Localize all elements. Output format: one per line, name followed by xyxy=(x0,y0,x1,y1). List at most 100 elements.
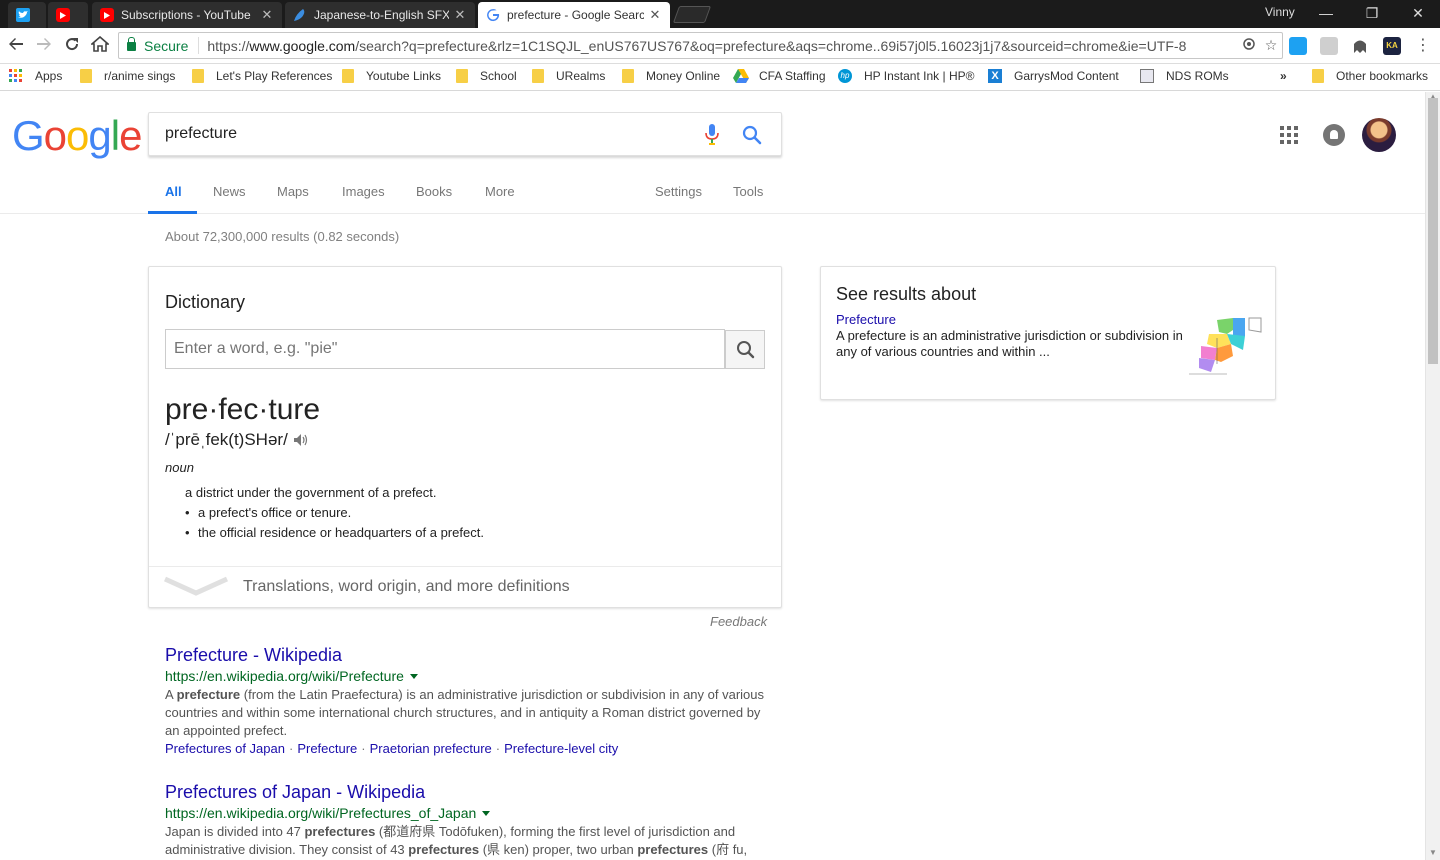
scroll-down-icon[interactable]: ▼ xyxy=(1429,848,1437,857)
home-icon[interactable] xyxy=(89,35,111,56)
search-input[interactable]: prefecture xyxy=(165,125,237,143)
tab-youtube[interactable] xyxy=(48,2,88,28)
ka-extension-icon[interactable]: KA xyxy=(1383,37,1401,55)
google-apps-icon[interactable] xyxy=(1280,126,1298,144)
tab-google-search[interactable]: prefecture - Google Search ✕ xyxy=(478,2,670,28)
definition: a prefect's office or tenure. xyxy=(185,505,351,520)
bookmark-cfa-staffing[interactable]: CFA Staffing xyxy=(733,69,826,83)
bookmark-nds-roms[interactable]: NDS ROMs xyxy=(1140,69,1229,83)
prefecture-map-thumbnail[interactable] xyxy=(1187,316,1263,378)
dictionary-title: Dictionary xyxy=(165,292,246,312)
folder-icon xyxy=(532,69,544,83)
address-bar[interactable]: Secure https://www.google.com/search?q=p… xyxy=(118,32,1283,59)
bookmark-lets-play[interactable]: Let's Play References xyxy=(192,69,332,83)
tab-news[interactable]: News xyxy=(213,182,246,214)
bookmark-anime-sings[interactable]: r/anime sings xyxy=(80,69,175,83)
dictionary-search-button[interactable] xyxy=(725,330,765,369)
bookmark-urealms[interactable]: URealms xyxy=(532,69,605,83)
notifications-icon[interactable] xyxy=(1323,124,1345,146)
tab-maps[interactable]: Maps xyxy=(277,182,309,214)
definition: the official residence or headquarters o… xyxy=(185,525,484,540)
bookmark-hp-instant-ink[interactable]: hp HP Instant Ink | HP® xyxy=(838,69,974,83)
page-icon xyxy=(1140,69,1154,83)
location-target-icon[interactable] xyxy=(1238,37,1260,54)
bookmark-apps[interactable]: Apps xyxy=(9,69,62,83)
minimize-button[interactable]: — xyxy=(1303,0,1349,26)
dictionary-card: Dictionary pre·fec·ture /ˈprēˌfek(t)SHər… xyxy=(148,266,782,608)
tab-tools[interactable]: Tools xyxy=(733,182,763,214)
bookmark-youtube-links[interactable]: Youtube Links xyxy=(342,69,441,83)
url-dropdown-icon[interactable] xyxy=(409,674,418,679)
tab-twitter[interactable] xyxy=(8,2,46,28)
page-scrollbar[interactable]: ▲ ▼ xyxy=(1425,92,1440,860)
hp-icon: hp xyxy=(838,69,852,83)
bookmark-money-online[interactable]: Money Online xyxy=(622,69,720,83)
speaker-icon[interactable] xyxy=(293,431,308,446)
close-tab-icon[interactable]: ✕ xyxy=(453,7,467,23)
search-icon[interactable] xyxy=(741,124,763,146)
back-button[interactable] xyxy=(6,36,26,56)
url-text[interactable]: https://www.google.com/search?q=prefectu… xyxy=(199,38,1238,54)
tab-images[interactable]: Images xyxy=(342,182,385,214)
bookmark-label: r/anime sings xyxy=(104,69,176,83)
secure-label: Secure xyxy=(144,37,189,54)
url-dropdown-icon[interactable] xyxy=(482,811,491,816)
ghost-extension-icon[interactable] xyxy=(1351,37,1369,55)
chevron-down-icon xyxy=(163,575,229,597)
bookmark-label: » xyxy=(1280,69,1287,83)
result-url-text: https://en.wikipedia.org/wiki/Prefecture xyxy=(165,668,404,684)
google-icon xyxy=(486,8,500,22)
bookmark-label: Let's Play References xyxy=(216,69,333,83)
google-logo[interactable]: Google xyxy=(12,112,142,160)
tab-strip: Subscriptions - YouTube ✕ Japanese-to-En… xyxy=(0,0,1440,28)
secure-indicator[interactable]: Secure xyxy=(119,37,200,54)
close-window-button[interactable]: ✕ xyxy=(1395,0,1440,26)
result-url: https://en.wikipedia.org/wiki/Prefecture xyxy=(165,666,775,686)
chrome-menu-icon[interactable]: ⋮ xyxy=(1413,36,1433,56)
search-box[interactable]: prefecture xyxy=(148,112,782,156)
extension-icon[interactable] xyxy=(1320,37,1338,55)
sitelink[interactable]: Prefecture-level city xyxy=(504,741,618,756)
tab-subscriptions[interactable]: Subscriptions - YouTube ✕ xyxy=(92,2,282,28)
bookmark-label: HP Instant Ink | HP® xyxy=(864,69,975,83)
folder-icon xyxy=(80,69,92,83)
forward-button[interactable] xyxy=(34,36,54,56)
tab-more[interactable]: More xyxy=(485,182,515,214)
close-tab-icon[interactable]: ✕ xyxy=(260,7,274,23)
folder-icon xyxy=(192,69,204,83)
star-bookmark-icon[interactable]: ☆ xyxy=(1260,37,1282,54)
avatar[interactable] xyxy=(1362,118,1396,152)
browser-toolbar: Secure https://www.google.com/search?q=p… xyxy=(0,28,1440,64)
tab-books[interactable]: Books xyxy=(416,182,452,214)
microphone-icon[interactable] xyxy=(705,124,719,146)
sitelinks: Prefectures of Japan · Prefecture · Praetori… xyxy=(165,741,619,756)
close-tab-icon[interactable]: ✕ xyxy=(648,7,662,23)
result-title-link[interactable]: Prefecture - Wikipedia xyxy=(165,644,775,666)
restore-button[interactable]: ❐ xyxy=(1349,0,1395,26)
profile-name[interactable]: Vinny xyxy=(1265,5,1295,19)
result-title-link[interactable]: Prefectures of Japan - Wikipedia xyxy=(165,781,775,803)
bookmark-garrysmod[interactable]: X GarrysMod Content xyxy=(988,69,1119,83)
bookmark-label: GarrysMod Content xyxy=(1014,69,1119,83)
sitelink[interactable]: Prefectures of Japan xyxy=(165,741,285,756)
sitelink[interactable]: Prefecture xyxy=(297,741,357,756)
sitelink[interactable]: Praetorian prefecture xyxy=(370,741,492,756)
definition: a district under the government of a pre… xyxy=(185,485,437,500)
knowledge-panel-link[interactable]: Prefecture xyxy=(836,312,896,327)
dictionary-input[interactable] xyxy=(165,329,725,369)
tab-settings[interactable]: Settings xyxy=(655,182,702,214)
scrollbar-thumb[interactable] xyxy=(1428,98,1438,364)
new-tab-button[interactable] xyxy=(672,6,712,23)
more-definitions-toggle[interactable]: Translations, word origin, and more defi… xyxy=(149,566,781,607)
tab-sfx[interactable]: Japanese-to-English SFX ✕ xyxy=(285,2,475,28)
bookmark-school[interactable]: School xyxy=(456,69,517,83)
reload-icon[interactable] xyxy=(62,36,82,56)
youtube-icon xyxy=(100,8,114,22)
twitter-extension-icon[interactable] xyxy=(1289,37,1307,55)
tab-all[interactable]: All xyxy=(148,182,197,214)
bookmarks-overflow-button[interactable]: » xyxy=(1280,69,1287,83)
bookmark-label: CFA Staffing xyxy=(759,69,826,83)
bookmark-label: Youtube Links xyxy=(366,69,441,83)
feedback-link[interactable]: Feedback xyxy=(710,614,767,629)
bookmark-other-bookmarks[interactable]: Other bookmarks xyxy=(1312,69,1428,83)
